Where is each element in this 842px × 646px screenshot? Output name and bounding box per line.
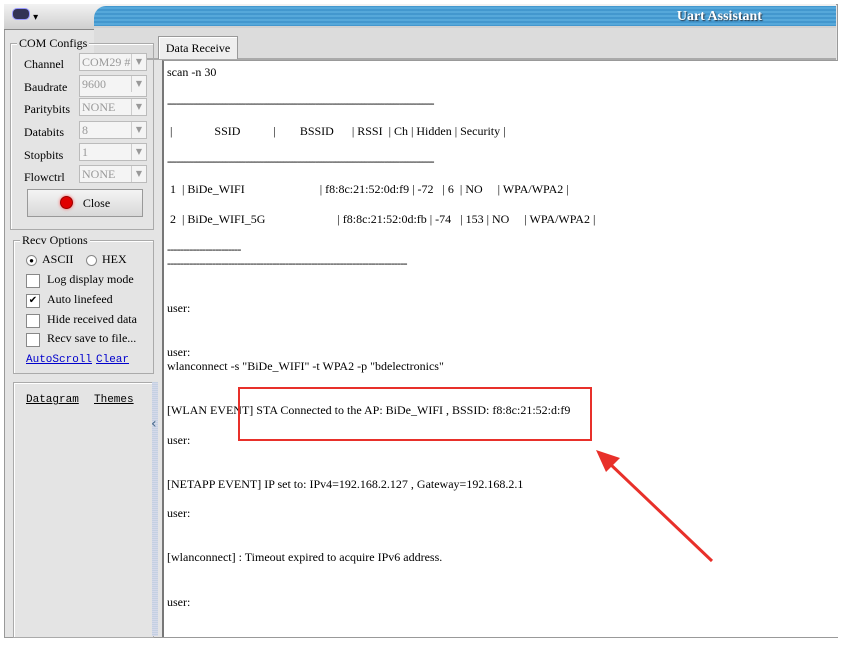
- annotation-arrow-icon: [596, 450, 714, 563]
